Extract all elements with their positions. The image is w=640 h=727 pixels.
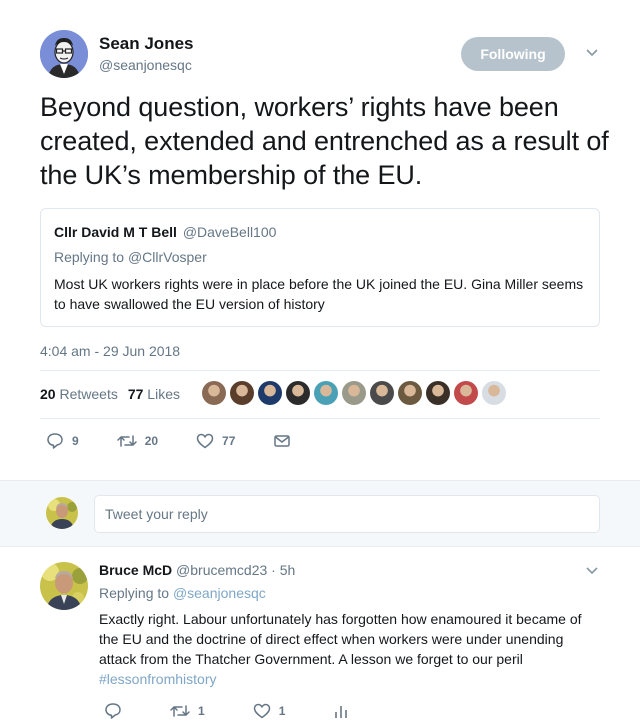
retweets-count: 20 <box>40 386 56 402</box>
reply-replying-to: Replying to @seanjonesqc <box>99 585 266 601</box>
reply-tweet[interactable]: Bruce McD @brucemcd23 · 5h Replying to @… <box>0 548 640 727</box>
likes-stat[interactable]: 77 Likes <box>128 386 180 402</box>
quoted-author-name: Cllr David M T Bell <box>54 224 177 240</box>
reply-hashtag[interactable]: #lessonfromhistory <box>99 669 599 689</box>
following-button[interactable]: Following <box>461 37 565 71</box>
reply-composer: Tweet your reply <box>0 481 640 547</box>
reply-author: Bruce McD @brucemcd23 · 5h <box>99 562 296 578</box>
reply-retweet-button[interactable]: 1 <box>170 702 205 720</box>
reply-replying-prefix: Replying to <box>99 585 170 601</box>
liker-avatar[interactable] <box>202 381 226 405</box>
likes-label: Likes <box>147 386 180 402</box>
chevron-down-icon[interactable] <box>585 566 599 576</box>
quoted-replying-mention[interactable]: @CllrVosper <box>128 249 207 265</box>
liker-avatar[interactable] <box>258 381 282 405</box>
author-avatar[interactable] <box>40 30 88 78</box>
direct-message-button[interactable] <box>273 433 291 449</box>
envelope-icon <box>274 435 291 447</box>
divider <box>40 418 600 419</box>
likes-count: 77 <box>127 386 144 402</box>
quoted-tweet[interactable]: Cllr David M T Bell @DaveBell100 Replyin… <box>40 208 600 327</box>
heart-icon <box>196 433 214 449</box>
reply-icon <box>105 703 121 719</box>
quoted-author: Cllr David M T Bell @DaveBell100 <box>54 224 276 240</box>
likers-avatars <box>202 381 506 405</box>
liker-avatar[interactable] <box>398 381 422 405</box>
retweet-count: 20 <box>144 434 159 448</box>
reply-count: 9 <box>72 434 79 448</box>
retweets-label: Retweets <box>59 386 118 402</box>
tweet-stats: 20 Retweets 77 Likes <box>40 386 180 402</box>
reply-author-name[interactable]: Bruce McD <box>99 562 172 578</box>
reply-replying-mention[interactable]: @seanjonesqc <box>173 585 266 601</box>
retweet-button[interactable]: 20 <box>116 432 159 450</box>
reply-reply-button[interactable] <box>104 702 122 720</box>
quoted-text: Most UK workers rights were in place bef… <box>54 276 584 312</box>
reply-like-button[interactable]: 1 <box>253 702 286 720</box>
author-name[interactable]: Sean Jones <box>99 34 194 54</box>
reply-icon <box>47 433 63 449</box>
liker-avatar[interactable] <box>314 381 338 405</box>
reply-text-block: Exactly right. Labour unfortunately has … <box>99 609 599 689</box>
reply-actions: 1 1 <box>104 702 397 720</box>
retweet-icon <box>170 705 190 717</box>
liker-avatar[interactable] <box>230 381 254 405</box>
reply-like-count: 1 <box>278 704 286 718</box>
reply-author-handle[interactable]: @brucemcd23 <box>176 562 267 578</box>
reply-time[interactable]: 5h <box>280 562 296 578</box>
quoted-author-handle: @DaveBell100 <box>182 224 277 240</box>
tweet-actions: 9 20 77 <box>46 432 329 450</box>
liker-avatar[interactable] <box>454 381 478 405</box>
retweets-stat[interactable]: 20 Retweets <box>40 386 118 402</box>
tweet-timestamp[interactable]: 4:04 am - 29 Jun 2018 <box>40 343 180 359</box>
reply-retweet-count: 1 <box>198 704 205 718</box>
liker-avatar[interactable] <box>482 381 506 405</box>
liker-avatar[interactable] <box>286 381 310 405</box>
liker-avatar[interactable] <box>342 381 366 405</box>
chevron-down-icon[interactable] <box>585 48 599 58</box>
retweet-icon <box>116 435 137 447</box>
current-user-avatar <box>46 497 78 529</box>
author-handle[interactable]: @seanjonesqc <box>99 57 192 73</box>
reply-author-avatar[interactable] <box>40 562 88 610</box>
divider <box>40 370 600 371</box>
reply-analytics-button[interactable] <box>333 702 349 720</box>
tweet-text: Beyond question, workers’ rights have be… <box>40 92 609 190</box>
liker-avatar[interactable] <box>426 381 450 405</box>
reply-button[interactable]: 9 <box>46 432 79 450</box>
like-button[interactable]: 77 <box>196 432 235 450</box>
quoted-replying-to: Replying to @CllrVosper <box>54 249 207 265</box>
reply-input[interactable]: Tweet your reply <box>94 495 600 533</box>
main-tweet: Sean Jones @seanjonesqc Following Beyond… <box>0 0 640 481</box>
like-count: 77 <box>222 434 236 448</box>
analytics-icon <box>335 706 348 718</box>
liker-avatar[interactable] <box>370 381 394 405</box>
heart-icon <box>253 703 270 719</box>
reply-text: Exactly right. Labour unfortunately has … <box>99 611 582 667</box>
quoted-replying-prefix: Replying to <box>54 249 125 265</box>
